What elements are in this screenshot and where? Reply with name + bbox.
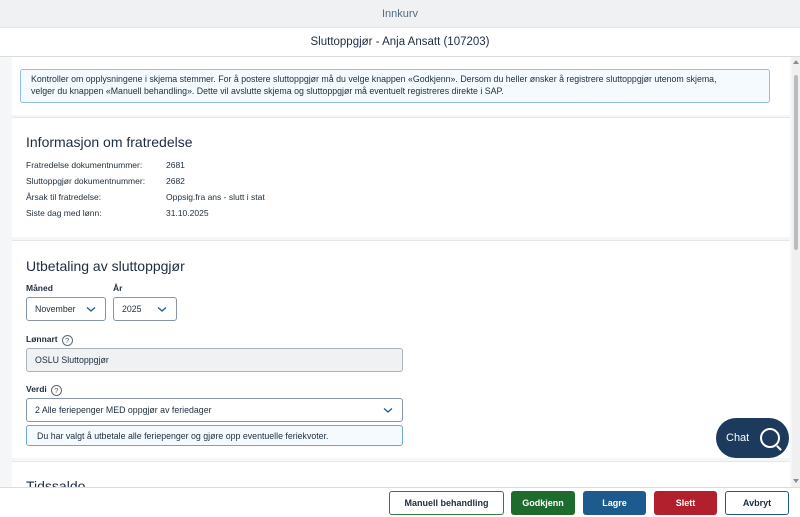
verdi-label: Verdi: [26, 384, 47, 394]
verdi-select-value: 2 Alle feriepenger MED oppgjør av feried…: [35, 405, 212, 415]
fratredelse-row: Siste dag med lønn: 31.10.2025: [26, 208, 209, 218]
year-label: År: [113, 283, 123, 293]
month-label: Måned: [26, 283, 53, 293]
lonnart-label: Lønnart: [26, 334, 58, 344]
tidssaldo-section: Tidssaldo: [12, 461, 790, 487]
row-label: Siste dag med lønn:: [26, 208, 102, 218]
lagre-button[interactable]: Lagre: [583, 491, 646, 515]
lonnart-field: OSLU Sluttoppgjør: [26, 348, 403, 372]
row-label: Fratredelse dokumentnummer:: [26, 160, 143, 170]
help-circle-icon[interactable]: ?: [50, 385, 62, 396]
row-value: 31.10.2025: [166, 208, 209, 218]
tidssaldo-title: Tidssaldo: [26, 478, 86, 487]
month-select-value: November: [35, 304, 76, 314]
utbetaling-section: Utbetaling av sluttoppgjør Måned Novembe…: [12, 240, 790, 458]
chevron-down-icon: [86, 307, 96, 312]
row-value: 2681: [166, 160, 185, 170]
slett-button[interactable]: Slett: [654, 491, 717, 515]
info-message: Kontroller om opplysningene i skjema ste…: [20, 69, 770, 103]
page-header: Sluttoppgjør - Anja Ansatt (107203): [0, 28, 800, 57]
row-label: Sluttoppgjør dokumentnummer:: [26, 176, 146, 186]
verdi-select[interactable]: 2 Alle feriepenger MED oppgjør av feried…: [26, 398, 403, 422]
lonnart-value: OSLU Sluttoppgjør: [35, 355, 109, 365]
fratredelse-row: Årsak til fratredelse: Oppsig.fra ans - s…: [26, 192, 265, 202]
godkjenn-button[interactable]: Godkjenn: [511, 491, 575, 515]
chat-bubble-icon: [760, 428, 780, 448]
scrollbar-thumb[interactable]: [794, 75, 798, 250]
month-select[interactable]: November: [26, 297, 106, 321]
row-value: Oppsig.fra ans - slutt i stat: [166, 192, 265, 202]
avbryt-button[interactable]: Avbryt: [725, 491, 789, 515]
verdi-hint: Du har valgt å utbetale alle feriepenger…: [26, 425, 403, 446]
scroll-down-icon[interactable]: [793, 479, 799, 483]
chevron-down-icon: [157, 307, 167, 312]
row-value: 2682: [166, 176, 185, 186]
verdi-hint-text: Du har valgt å utbetale alle feriepenger…: [37, 430, 329, 441]
row-label: Årsak til fratredelse:: [26, 192, 102, 202]
year-select-value: 2025: [122, 304, 142, 314]
fratredelse-row: Fratredelse dokumentnummer: 2681: [26, 160, 185, 170]
help-circle-icon[interactable]: ?: [61, 335, 73, 346]
info-message-line-2: velger du knappen «Manuell behandling». …: [31, 85, 504, 96]
scroll-up-icon[interactable]: [793, 60, 799, 64]
chevron-down-icon: [383, 408, 393, 413]
footer-toolbar: Manuell behandling Godkjenn Lagre Slett …: [0, 487, 800, 517]
utbetaling-title: Utbetaling av sluttoppgjør: [26, 258, 185, 274]
chat-label: Chat: [726, 432, 750, 444]
manuell-behandling-button[interactable]: Manuell behandling: [389, 491, 504, 515]
fratredelse-title: Informasjon om fratredelse: [26, 134, 193, 150]
fratredelse-row: Sluttoppgjør dokumentnummer: 2682: [26, 176, 185, 186]
info-message-line-1: Kontroller om opplysningene i skjema ste…: [31, 74, 717, 84]
window-title-bar: Innkurv: [0, 0, 800, 28]
lonnart-label-row: Lønnart?: [26, 334, 73, 346]
main-content: Kontroller om opplysningene i skjema ste…: [0, 57, 792, 487]
year-select[interactable]: 2025: [113, 297, 177, 321]
verdi-label-row: Verdi?: [26, 384, 62, 396]
page-title: Sluttoppgjør - Anja Ansatt (107203): [310, 36, 490, 48]
window-title: Innkurv: [381, 7, 419, 20]
fratredelse-section: Informasjon om fratredelse Fratredelse d…: [12, 117, 790, 237]
chat-button[interactable]: Chat: [716, 418, 789, 458]
vertical-scrollbar[interactable]: [792, 57, 800, 487]
